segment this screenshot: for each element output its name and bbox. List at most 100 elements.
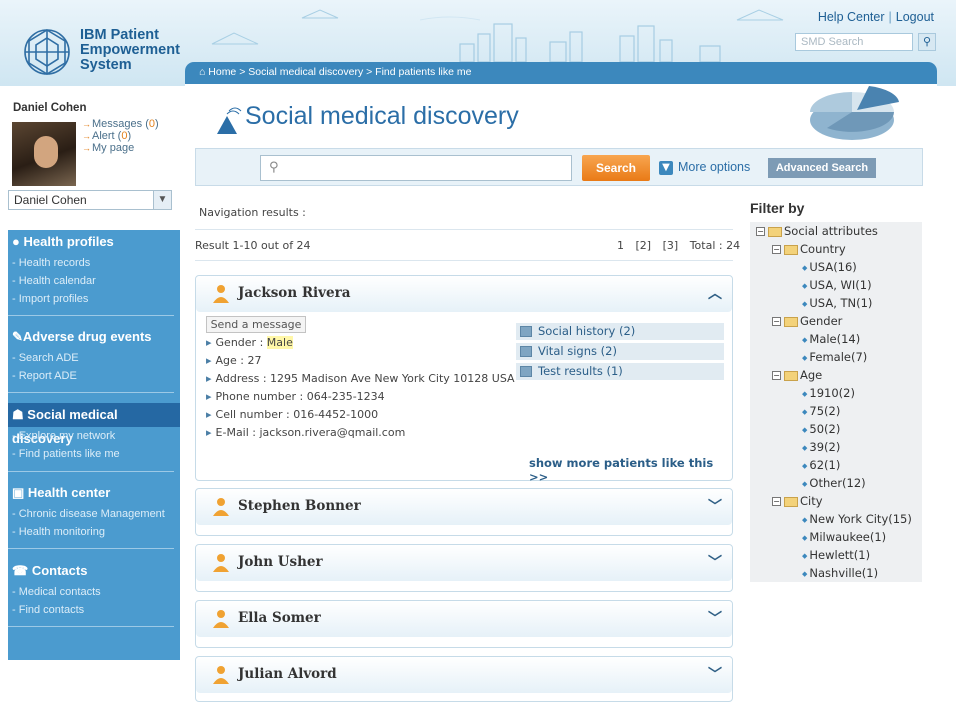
chevron-down-icon[interactable]: ﹀ (708, 552, 722, 572)
nav-head-adverse-drug-events[interactable]: ✎Adverse drug events (8, 325, 180, 349)
nav-item-search-ade[interactable]: - Search ADE (8, 349, 180, 367)
filter-option[interactable]: USA, TN(1) (802, 296, 872, 310)
patient-card-header[interactable]: Julian Alvord ﹀ (196, 657, 732, 693)
patient-card-header[interactable]: Jackson Rivera ︿ (196, 276, 732, 312)
patient-card[interactable]: John Usher ﹀ (195, 544, 733, 592)
nav-head-health-profiles[interactable]: ● Health profiles (8, 230, 180, 254)
more-options-link[interactable]: More options (678, 160, 750, 174)
alert-link[interactable]: Alert (0) (82, 130, 159, 142)
breadcrumb: ⌂ Home > Social medical discovery > Find… (185, 62, 937, 84)
collapse-icon[interactable]: − (772, 371, 781, 380)
monitor-icon: ▣ (12, 485, 25, 500)
city-skyline-icon (420, 16, 721, 62)
patient-card[interactable]: Ella Somer ﹀ (195, 600, 733, 648)
nav-head-health-center[interactable]: ▣ Health center (8, 481, 180, 505)
user-links: Messages (0) Alert (0) My page (82, 118, 159, 154)
user-selector[interactable]: Daniel Cohen ▼ (8, 190, 172, 210)
smd-search-input[interactable]: SMD Search (795, 33, 913, 51)
send-message-button[interactable]: Send a message (206, 316, 306, 333)
chevron-down-icon[interactable]: ﹀ (708, 664, 722, 684)
patient-card[interactable]: Stephen Bonner ﹀ (195, 488, 733, 536)
nav-item-explore-my-network[interactable]: - Explore my network (8, 427, 180, 445)
logout-link[interactable]: Logout (896, 10, 934, 24)
collapse-icon[interactable]: − (772, 245, 781, 254)
nav-section-social-medical-discovery: ☗ Social medical discovery - Explore my … (8, 403, 180, 463)
filter-option[interactable]: Milwaukee(1) (802, 530, 886, 544)
chevron-down-icon[interactable]: ﹀ (708, 608, 722, 628)
filter-option[interactable]: Male(14) (802, 332, 860, 346)
cloud-icon (211, 32, 259, 45)
filter-option[interactable]: New York City(15) (802, 512, 912, 526)
nav-item-health-calendar[interactable]: - Health calendar (8, 272, 180, 290)
home-icon[interactable]: ⌂ (199, 66, 205, 78)
avatar[interactable] (12, 122, 76, 186)
filter-option[interactable]: Other(12) (802, 476, 866, 490)
chevron-down-icon[interactable]: ﹀ (708, 496, 722, 516)
nav-head-social-medical-discovery[interactable]: ☗ Social medical discovery (8, 403, 180, 446)
app-name: IBM Patient Empowerment System (80, 27, 180, 73)
messages-link[interactable]: Messages (0) (82, 118, 159, 130)
advanced-search-button[interactable]: Advanced Search (768, 158, 876, 178)
nav-item-chronic-disease-management[interactable]: - Chronic disease Management (8, 505, 180, 523)
nav-item-medical-contacts[interactable]: - Medical contacts (8, 583, 180, 601)
collapse-icon[interactable]: − (772, 497, 781, 506)
patient-name[interactable]: John Usher (238, 554, 323, 570)
filter-option[interactable]: 50(2) (802, 422, 840, 436)
patient-card-header[interactable]: Stephen Bonner ﹀ (196, 489, 732, 525)
tree-group-country[interactable]: − Country (772, 242, 846, 256)
filter-option[interactable]: 62(1) (802, 458, 840, 472)
nav-item-health-records[interactable]: - Health records (8, 254, 180, 272)
page-1[interactable]: 1 (617, 239, 624, 252)
collapse-icon[interactable]: − (756, 227, 765, 236)
test-results-link[interactable]: Test results (1) (516, 363, 724, 380)
filter-option[interactable]: USA(16) (802, 260, 857, 274)
filter-option[interactable]: 39(2) (802, 440, 840, 454)
divider (8, 471, 174, 472)
patient-name[interactable]: Ella Somer (238, 610, 321, 626)
nav-item-find-patients-like-me[interactable]: - Find patients like me (8, 445, 180, 463)
help-center-link[interactable]: Help Center (818, 10, 885, 24)
search-input[interactable]: ⚲ (260, 155, 572, 181)
filter-option[interactable]: Hewlett(1) (802, 548, 870, 562)
divider (195, 229, 733, 230)
nav-item-find-contacts[interactable]: - Find contacts (8, 601, 180, 619)
patient-card-header[interactable]: John Usher ﹀ (196, 545, 732, 581)
patient-card[interactable]: Julian Alvord ﹀ (195, 656, 733, 702)
patient-name[interactable]: Stephen Bonner (238, 498, 361, 514)
filter-option[interactable]: Female(7) (802, 350, 867, 364)
patient-card-expanded: Jackson Rivera ︿ Send a message Gender :… (195, 275, 733, 484)
chevron-down-icon: ▼ (153, 191, 171, 209)
nav-head-contacts[interactable]: ☎ Contacts (8, 559, 180, 583)
filter-option[interactable]: Nashville(1) (802, 566, 878, 580)
filter-tree: −Social attributes −Country USA(16) USA,… (750, 222, 922, 582)
social-history-link[interactable]: Social history (2) (516, 323, 724, 340)
page-2[interactable]: [2] (636, 239, 652, 252)
my-page-link[interactable]: My page (82, 142, 159, 154)
nav-item-report-ade[interactable]: - Report ADE (8, 367, 180, 385)
tree-root-social-attributes[interactable]: − Social attributes (756, 224, 878, 238)
tree-group-gender[interactable]: − Gender (772, 314, 842, 328)
collapse-icon[interactable]: − (772, 317, 781, 326)
search-button[interactable]: Search (582, 155, 650, 181)
app-logo[interactable]: IBM Patient Empowerment System (18, 24, 188, 82)
filter-option[interactable]: 1910(2) (802, 386, 855, 400)
tree-group-city[interactable]: − City (772, 494, 823, 508)
patient-card-header[interactable]: Ella Somer ﹀ (196, 601, 732, 637)
chevron-down-icon[interactable]: ▼ (659, 161, 673, 175)
patient-name[interactable]: Julian Alvord (238, 666, 337, 682)
person-icon (213, 498, 229, 516)
nav-item-import-profiles[interactable]: - Import profiles (8, 290, 180, 308)
smd-search-button[interactable]: ⚲ (918, 33, 936, 51)
nav-item-health-monitoring[interactable]: - Health monitoring (8, 523, 180, 541)
patient-name[interactable]: Jackson Rivera (238, 285, 350, 301)
page-3[interactable]: [3] (663, 239, 679, 252)
nav-section-adverse-drug-events: ✎Adverse drug events - Search ADE - Repo… (8, 325, 180, 385)
filter-option[interactable]: USA, WI(1) (802, 278, 872, 292)
filter-option[interactable]: 75(2) (802, 404, 840, 418)
tree-group-age[interactable]: − Age (772, 368, 822, 382)
divider (8, 548, 174, 549)
vital-signs-link[interactable]: Vital signs (2) (516, 343, 724, 360)
show-more-patients-link[interactable]: show more patients like this >> (529, 456, 732, 484)
breadcrumb-text[interactable]: Home > Social medical discovery > Find p… (208, 66, 471, 78)
chevron-up-icon[interactable]: ︿ (708, 283, 722, 303)
